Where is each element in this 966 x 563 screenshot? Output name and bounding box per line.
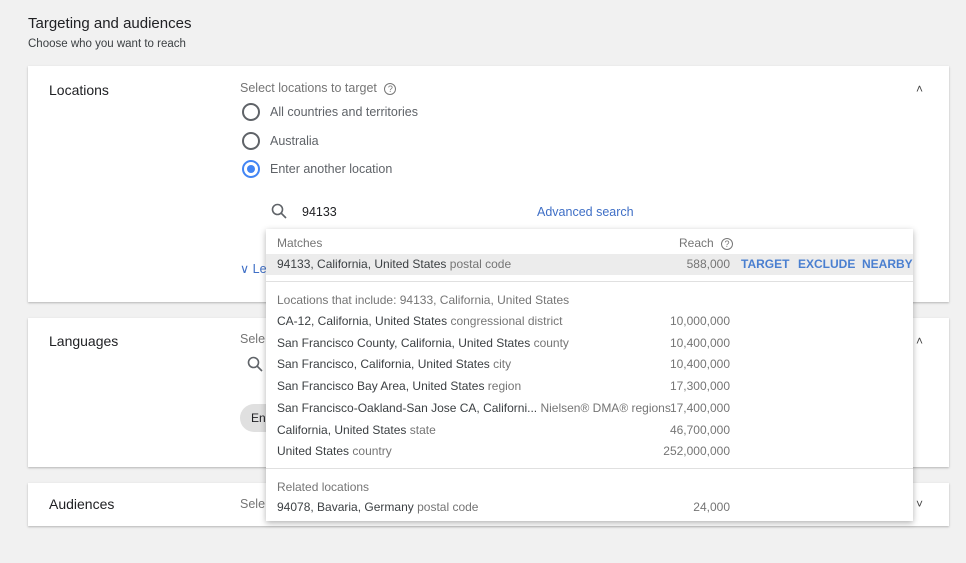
- location-type: country: [352, 444, 392, 459]
- radio-enter-location[interactable]: [242, 160, 260, 178]
- help-icon[interactable]: ?: [384, 83, 397, 95]
- location-type: region: [487, 379, 522, 394]
- location-name: California, United States: [277, 422, 407, 437]
- location-name: CA-12, California, United States: [277, 314, 448, 328]
- radio-all-countries[interactable]: [242, 103, 260, 121]
- location-suggestions-popup: Matches Reach ? 94133, California, Unite…: [266, 229, 913, 521]
- location-type: postal code: [449, 257, 512, 271]
- location-name: 94133, California, United States: [277, 257, 447, 271]
- locations-prompt: Select locations to target: [240, 81, 377, 95]
- includes-header: Locations that include: 94133, Californi…: [277, 293, 570, 307]
- reach-header: Reach: [679, 236, 714, 250]
- search-icon: [271, 203, 287, 219]
- location-name: San Francisco, California, United States: [277, 357, 490, 372]
- page-subtitle: Choose who you want to reach: [28, 38, 186, 50]
- radio-label: Australia: [270, 134, 319, 148]
- help-icon[interactable]: ?: [721, 238, 734, 250]
- reach-value: 46,700,000: [669, 422, 730, 437]
- advanced-search-link[interactable]: Advanced search: [537, 205, 634, 219]
- location-row[interactable]: San Francisco Bay Area, United States re…: [266, 376, 913, 397]
- location-type: city: [493, 357, 512, 372]
- radio-australia[interactable]: [242, 132, 260, 150]
- reach-value: 17,400,000: [669, 400, 730, 415]
- radio-label: All countries and territories: [270, 105, 418, 119]
- reach-value: 252,000,000: [663, 444, 730, 459]
- location-name: San Francisco Bay Area, United States: [277, 379, 485, 394]
- audiences-prompt: Sele: [240, 497, 266, 511]
- radio-label: Enter another location: [270, 162, 393, 176]
- location-row[interactable]: San Francisco, California, United States…: [266, 354, 913, 375]
- reach-value: 10,400,000: [669, 335, 730, 350]
- chevron-up-icon[interactable]: ˄: [916, 334, 923, 348]
- location-name: 94078, Bavaria, Germany: [277, 500, 414, 514]
- chevron-up-icon[interactable]: ˄: [916, 82, 923, 96]
- location-row[interactable]: United States country 252,000,000: [266, 441, 913, 462]
- location-options-link[interactable]: ∨ Le: [240, 261, 267, 276]
- location-name: San Francisco County, California, United…: [277, 335, 531, 350]
- matches-header: Matches: [277, 236, 323, 250]
- location-name: San Francisco-Oakland-San Jose CA, Calif…: [277, 400, 538, 415]
- location-type: county: [533, 335, 569, 350]
- languages-label: Languages: [49, 333, 119, 349]
- nearby-button[interactable]: NEARBY: [862, 254, 913, 275]
- languages-prompt: Sele: [240, 332, 266, 346]
- related-header: Related locations: [277, 480, 370, 494]
- target-button[interactable]: TARGET: [741, 254, 789, 275]
- reach-value: 24,000: [693, 500, 730, 514]
- location-row[interactable]: San Francisco County, California, United…: [266, 333, 913, 354]
- locations-label: Locations: [49, 82, 109, 98]
- reach-value: 17,300,000: [669, 379, 730, 394]
- reach-value: 10,000,000: [669, 314, 730, 328]
- location-type: congressional district: [450, 314, 563, 328]
- reach-value: 588,000: [686, 257, 730, 271]
- page-title: Targeting and audiences: [28, 15, 192, 32]
- chevron-down-icon[interactable]: ˅: [916, 497, 923, 511]
- reach-value: 10,400,000: [669, 357, 730, 372]
- location-type: postal code: [417, 500, 479, 514]
- match-row[interactable]: 94133, California, United States postal …: [266, 254, 913, 275]
- location-name: United States: [277, 444, 350, 459]
- exclude-button[interactable]: EXCLUDE: [798, 254, 855, 275]
- search-icon: [247, 356, 263, 372]
- location-row[interactable]: 94078, Bavaria, Germany postal code 24,00…: [266, 497, 913, 518]
- chevron-down-icon: ∨: [240, 262, 250, 276]
- location-type: Nielsen® DMA® regions: [540, 400, 671, 415]
- location-row[interactable]: California, United States state 46,700,00…: [266, 420, 913, 441]
- audiences-label: Audiences: [49, 496, 115, 512]
- location-row[interactable]: San Francisco-Oakland-San Jose CA, Calif…: [266, 398, 913, 419]
- location-search-input[interactable]: 94133: [302, 205, 337, 219]
- location-row[interactable]: CA-12, California, United States congres…: [266, 311, 913, 332]
- location-type: state: [409, 422, 436, 437]
